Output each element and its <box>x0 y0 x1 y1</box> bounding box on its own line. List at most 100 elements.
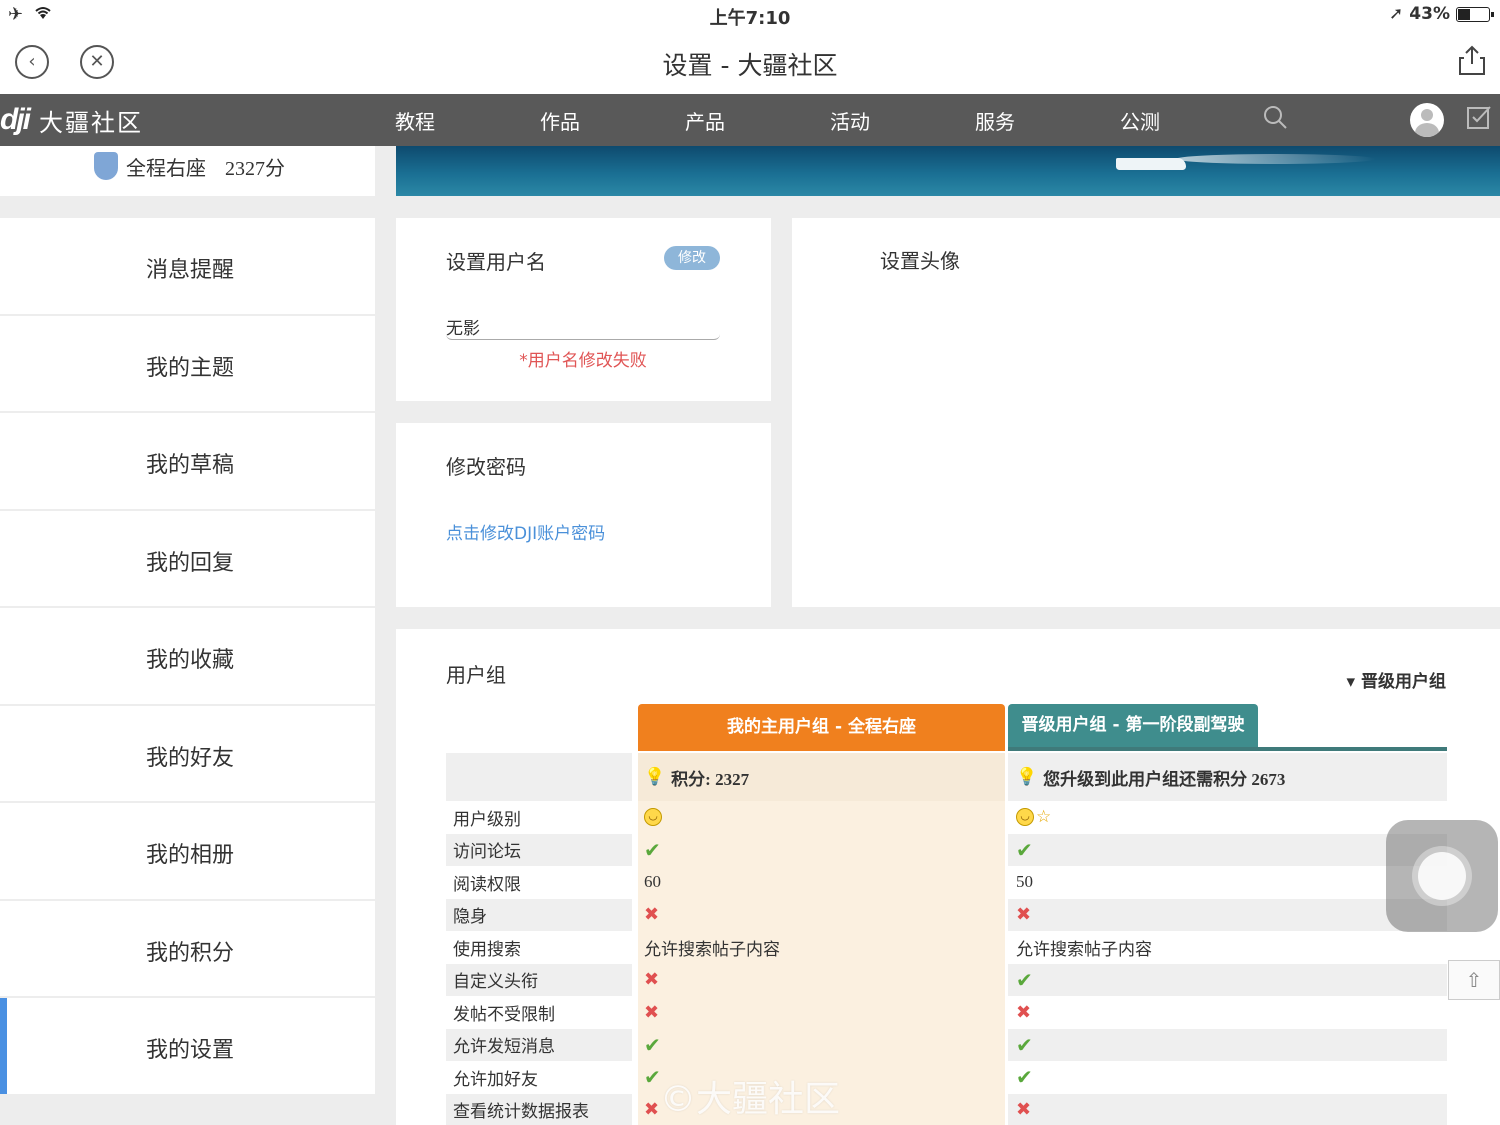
table-row: 访问论坛 ✔ ✔ <box>446 833 1447 866</box>
sidebar-item-notifications[interactable]: 消息提醒 <box>0 218 375 314</box>
edit-username-button[interactable]: 修改 <box>664 246 720 270</box>
sidebar: 消息提醒 我的主题 我的草稿 我的回复 我的收藏 我的好友 我的相册 我的积分 … <box>0 218 375 1096</box>
dji-logo-mark: dji <box>0 103 31 136</box>
back-to-top-button[interactable]: ⇧ <box>1448 960 1500 1000</box>
username-card-title: 设置用户名 <box>446 250 546 274</box>
next-group-value: ✖ <box>1008 898 1447 931</box>
menu-item-events[interactable]: 活动 <box>830 106 870 135</box>
next-group-value: ✖ <box>1008 996 1447 1029</box>
cross-icon: ✖ <box>1016 1099 1032 1121</box>
user-group-table: 💡 积分: 2327 💡 您升级到此用户组还需积分 2673 用户级别 ◡ ◡ ☆ 访问论坛… <box>446 753 1447 1125</box>
current-group-value: ✔ <box>638 1028 1005 1061</box>
rank-shield-icon <box>94 152 118 180</box>
table-row: 隐身 ✖ ✖ <box>446 898 1447 931</box>
sidebar-item-points[interactable]: 我的积分 <box>0 900 375 996</box>
current-group-value: ◡ <box>638 801 1005 834</box>
sidebar-item-settings[interactable]: 我的设置 <box>0 998 375 1094</box>
rank-name: 全程右座 <box>126 156 206 180</box>
menu-item-service[interactable]: 服务 <box>975 106 1015 135</box>
check-icon: ✔ <box>1016 1065 1033 1090</box>
status-bar: ✈ 上午7:10 ➚ 43% <box>0 0 1500 30</box>
current-group-value: 60 <box>638 866 1005 899</box>
battery-icon <box>1456 6 1494 22</box>
next-group-value: ✖ <box>1008 1093 1447 1125</box>
sidebar-item-label: 我的相册 <box>146 843 235 868</box>
cell-value: 60 <box>644 872 661 892</box>
current-group-value: 允许搜索帖子内容 <box>638 931 1005 964</box>
share-button[interactable] <box>1454 44 1490 80</box>
cross-icon: ✖ <box>1016 904 1032 926</box>
level-face-icon: ◡ <box>644 808 662 827</box>
table-row: 使用搜索 允许搜索帖子内容 允许搜索帖子内容 <box>446 931 1447 964</box>
status-right: ➚ 43% <box>1389 4 1494 24</box>
share-icon <box>1459 45 1485 75</box>
battery-fill <box>1458 8 1471 20</box>
cross-icon: ✖ <box>644 1001 660 1023</box>
lightbulb-icon: 💡 <box>1016 767 1038 786</box>
username-field[interactable]: 无影 <box>446 314 720 340</box>
row-label: 隐身 <box>446 898 632 931</box>
row-label: 访问论坛 <box>446 833 632 866</box>
page-title: 设置 - 大疆社区 <box>662 51 838 80</box>
next-points: 您升级到此用户组还需积分 2673 <box>1043 769 1286 789</box>
row-label: 允许发短消息 <box>446 1028 632 1061</box>
cross-icon: ✖ <box>644 969 660 991</box>
row-label: 发帖不受限制 <box>453 1004 555 1025</box>
sidebar-item-label: 我的积分 <box>146 940 235 966</box>
user-group-card: 用户组 ▾ 晋级用户组 我的主用户组 - 全程右座 晋级用户组 - 第一阶段副驾… <box>396 629 1500 1125</box>
cell-value: 允许搜索帖子内容 <box>644 939 780 960</box>
search-icon[interactable] <box>1262 104 1288 136</box>
sidebar-item-label: 我的主题 <box>146 355 235 381</box>
current-group-value: ✔ <box>638 833 1005 866</box>
level-star-icon: ☆ <box>1036 807 1052 828</box>
username-card: 设置用户名 修改 无影 *用户名修改失败 <box>396 218 771 401</box>
password-card-title: 修改密码 <box>446 455 526 479</box>
next-group-tab[interactable]: 晋级用户组 - 第一阶段副驾驶 <box>1008 704 1258 748</box>
check-icon: ✔ <box>1016 1032 1033 1057</box>
cell-value: 50 <box>1016 872 1033 892</box>
checkin-icon[interactable] <box>1466 104 1492 136</box>
next-group-value: ◡ ☆ <box>1008 801 1447 834</box>
user-group-title: 用户组 <box>446 663 506 687</box>
table-row: 阅读权限 60 50 <box>446 866 1447 899</box>
sidebar-item-my-threads[interactable]: 我的主题 <box>0 315 375 411</box>
sidebar-item-label: 消息提醒 <box>146 258 235 283</box>
boat-image <box>1116 158 1186 170</box>
change-password-link[interactable]: 点击修改DJI账户密码 <box>446 519 605 544</box>
watermark: ©大疆社区 <box>660 1079 841 1120</box>
table-row: 发帖不受限制 ✖ ✖ <box>446 996 1447 1029</box>
menu-item-products[interactable]: 产品 <box>685 106 725 135</box>
site-logo[interactable]: dji 大疆社区 <box>0 102 143 138</box>
current-group-value: ✖ <box>638 963 1005 996</box>
user-group-rows: 用户级别 ◡ ◡ ☆ 访问论坛 ✔ ✔ 阅读权限 60 50 隐身 ✖ ✖ 使用搜索 允许搜索帖子内容 允许搜… <box>446 801 1447 1125</box>
level-face-icon: ◡ <box>1016 808 1034 827</box>
arrow-up-icon: ⇧ <box>1465 968 1483 992</box>
sidebar-item-albums[interactable]: 我的相册 <box>0 803 375 899</box>
check-icon: ✔ <box>644 1065 661 1090</box>
table-row-points: 💡 积分: 2327 💡 您升级到此用户组还需积分 2673 <box>446 753 1447 801</box>
table-row: 查看统计数据报表 ✖ ✖ <box>446 1093 1447 1125</box>
next-group-value: ✔ <box>1008 833 1447 866</box>
avatar[interactable] <box>1410 103 1444 137</box>
cross-icon: ✖ <box>644 1099 660 1121</box>
profile-strip: 全程右座 2327分 <box>0 146 375 196</box>
sidebar-item-replies[interactable]: 我的回复 <box>0 510 375 606</box>
cross-icon: ✖ <box>644 904 660 926</box>
sidebar-item-label: 我的草稿 <box>146 453 235 478</box>
assistive-touch-button[interactable] <box>1386 820 1498 932</box>
sidebar-item-label: 我的好友 <box>146 745 235 771</box>
sidebar-item-friends[interactable]: 我的好友 <box>0 705 375 801</box>
current-group-value: ✖ <box>638 996 1005 1029</box>
assistive-dot <box>1418 852 1466 900</box>
menu-item-tutorials[interactable]: 教程 <box>395 106 435 135</box>
table-row: 自定义头衔 ✖ ✔ <box>446 963 1447 996</box>
sidebar-item-favorites[interactable]: 我的收藏 <box>0 608 375 704</box>
menu-item-beta[interactable]: 公测 <box>1120 106 1160 135</box>
current-points: 积分: 2327 <box>671 769 750 789</box>
sidebar-item-drafts[interactable]: 我的草稿 <box>0 413 375 509</box>
upgrade-group-toggle[interactable]: ▾ 晋级用户组 <box>1347 667 1446 692</box>
menu-item-works[interactable]: 作品 <box>540 106 580 135</box>
table-row: 允许发短消息 ✔ ✔ <box>446 1028 1447 1061</box>
next-group-value: ✔ <box>1008 1028 1447 1061</box>
cross-icon: ✖ <box>1016 1001 1032 1023</box>
